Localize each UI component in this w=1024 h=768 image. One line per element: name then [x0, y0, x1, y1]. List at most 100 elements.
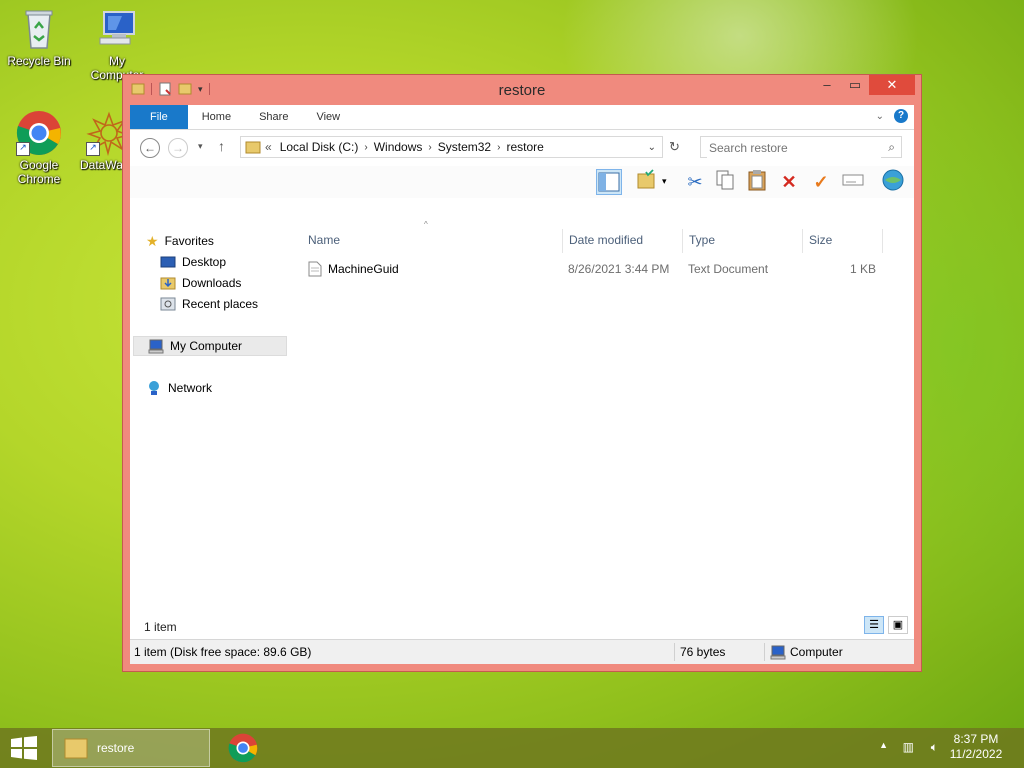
nav-my-computer[interactable]: My Computer	[133, 336, 287, 356]
status-size: 76 bytes	[680, 645, 726, 659]
taskbar: restore ▲ ▥ 🔈︎ 8:37 PM 11/2/2022	[0, 728, 1024, 768]
view-switcher: ☰ ▣	[864, 616, 908, 634]
refresh-icon[interactable]: ↻	[669, 139, 680, 155]
copy-icon[interactable]	[712, 169, 738, 195]
window-title: restore	[498, 82, 546, 99]
taskbar-item-explorer[interactable]: restore	[52, 729, 210, 767]
title-bar[interactable]: ▾ restore – ▭ ✕	[123, 75, 921, 105]
status-divider	[674, 643, 675, 661]
back-button[interactable]: ←	[140, 138, 160, 158]
address-dropdown-icon[interactable]: ⌄	[648, 142, 656, 153]
nav-label: Downloads	[182, 276, 242, 290]
nav-favorites[interactable]: ★ Favorites	[146, 231, 214, 251]
cut-icon[interactable]: ✂	[682, 169, 708, 195]
file-list: ^ Name Date modified Type Size MachineGu…	[298, 220, 914, 626]
desktop-icon-my-computer[interactable]: My Computer	[82, 6, 152, 82]
recycle-bin-icon	[16, 6, 62, 52]
forward-button[interactable]: →	[168, 138, 188, 158]
folder-icon	[245, 141, 261, 154]
nav-recent-places[interactable]: Recent places	[160, 294, 258, 314]
status-location: Computer	[790, 645, 843, 659]
column-divider[interactable]	[562, 229, 563, 253]
clock-date: 11/2/2022	[949, 747, 1003, 761]
nav-desktop[interactable]: Desktop	[160, 252, 226, 272]
tab-home[interactable]: Home	[188, 105, 245, 129]
breadcrumb-system32[interactable]: System32	[434, 140, 495, 154]
up-button[interactable]: ↑	[218, 138, 225, 154]
taskbar-item-chrome[interactable]	[228, 733, 258, 766]
breadcrumb-windows[interactable]: Windows	[370, 140, 427, 154]
search-input[interactable]	[707, 138, 881, 158]
breadcrumb-local-disk[interactable]: Local Disk (C:)	[276, 140, 363, 154]
address-bar[interactable]: « Local Disk (C:) › Windows › System32 ›…	[240, 136, 663, 158]
show-hidden-icons-icon[interactable]: ▲	[879, 740, 888, 750]
star-icon: ★	[146, 233, 159, 249]
folder-options-dropdown-icon[interactable]: ▾	[662, 176, 667, 187]
explorer-window: ▾ restore – ▭ ✕ File Home Share View ⌄ ?…	[122, 74, 922, 672]
breadcrumb-separator-icon[interactable]: ›	[495, 142, 502, 153]
details-view-icon[interactable]: ☰	[864, 616, 884, 634]
expand-ribbon-icon[interactable]: ⌄	[876, 111, 884, 122]
downloads-icon	[160, 277, 176, 290]
help-icon[interactable]: ?	[894, 109, 908, 123]
file-row[interactable]: MachineGuid 8/26/2021 3:44 PM Text Docum…	[306, 259, 886, 279]
large-icons-view-icon[interactable]: ▣	[888, 616, 908, 634]
chrome-icon	[228, 733, 258, 763]
tab-view[interactable]: View	[302, 105, 354, 129]
start-button[interactable]	[10, 736, 38, 760]
nav-label: Favorites	[164, 234, 214, 248]
clock[interactable]: 8:37 PM 11/2/2022	[946, 732, 1006, 762]
breadcrumb-overflow[interactable]: «	[261, 140, 276, 154]
recent-places-icon	[160, 297, 176, 311]
column-header-type[interactable]: Type	[689, 233, 715, 247]
search-icon[interactable]: ⌕	[888, 140, 895, 155]
tab-share[interactable]: Share	[245, 105, 302, 129]
close-button[interactable]: ✕	[869, 75, 915, 95]
paste-icon[interactable]	[744, 169, 770, 195]
recent-locations-icon[interactable]: ▾	[198, 141, 203, 152]
delete-icon[interactable]: ✕	[776, 169, 802, 195]
volume-icon[interactable]: 🔈︎	[931, 740, 938, 755]
address-row: ← → ▾ ↑ « Local Disk (C:) › Windows › Sy…	[130, 130, 914, 166]
column-header-date-modified[interactable]: Date modified	[569, 233, 643, 247]
tab-file[interactable]: File	[130, 105, 188, 129]
sort-indicator-icon: ^	[424, 220, 428, 229]
preview-pane-button[interactable]	[596, 169, 622, 195]
file-type: Text Document	[688, 262, 769, 276]
column-divider[interactable]	[882, 229, 883, 253]
windows-logo-icon	[11, 736, 37, 760]
status-selection-info: 1 item (Disk free space: 89.6 GB)	[134, 645, 312, 659]
file-size: 1 KB	[850, 262, 877, 276]
nav-downloads[interactable]: Downloads	[160, 273, 241, 293]
column-divider[interactable]	[682, 229, 683, 253]
clock-time: 8:37 PM	[953, 732, 999, 746]
breadcrumb-restore[interactable]: restore	[502, 140, 547, 154]
minimize-button[interactable]: –	[813, 75, 841, 95]
desktop-icon-recycle-bin[interactable]: Recycle Bin	[4, 6, 74, 68]
nav-network[interactable]: Network	[146, 378, 212, 398]
column-header-size[interactable]: Size	[809, 233, 832, 247]
breadcrumb-separator-icon[interactable]: ›	[362, 142, 369, 153]
navigation-pane: ★ Favorites Desktop Downloads Recent pla…	[130, 229, 290, 626]
file-name: MachineGuid	[328, 262, 399, 276]
column-header-name[interactable]: Name	[308, 233, 340, 247]
search-box[interactable]: ⌕	[700, 136, 902, 158]
folder-options-button[interactable]	[634, 169, 660, 195]
breadcrumb-separator-icon[interactable]: ›	[426, 142, 433, 153]
shortcut-arrow-icon: ↗	[86, 142, 100, 156]
maximize-button[interactable]: ▭	[841, 75, 869, 95]
file-date-modified: 8/26/2021 3:44 PM	[568, 262, 670, 276]
globe-icon[interactable]	[880, 169, 906, 195]
checkmark-icon[interactable]: ✓	[808, 169, 834, 195]
computer-icon	[94, 6, 140, 52]
rename-icon[interactable]	[840, 169, 866, 195]
taskbar-item-label: restore	[97, 741, 135, 755]
status-divider	[764, 643, 765, 661]
desktop-icon-google-chrome[interactable]: ↗ Google Chrome	[4, 110, 74, 186]
nav-label: Recent places	[182, 297, 259, 311]
column-divider[interactable]	[802, 229, 803, 253]
desktop-icon-datawa[interactable]: ↗ DataWa	[72, 110, 128, 172]
nav-label: My Computer	[170, 339, 243, 353]
window-content: File Home Share View ⌄ ? ← → ▾ ↑ « Local…	[130, 105, 914, 664]
network-status-icon[interactable]: ▥	[903, 740, 914, 754]
